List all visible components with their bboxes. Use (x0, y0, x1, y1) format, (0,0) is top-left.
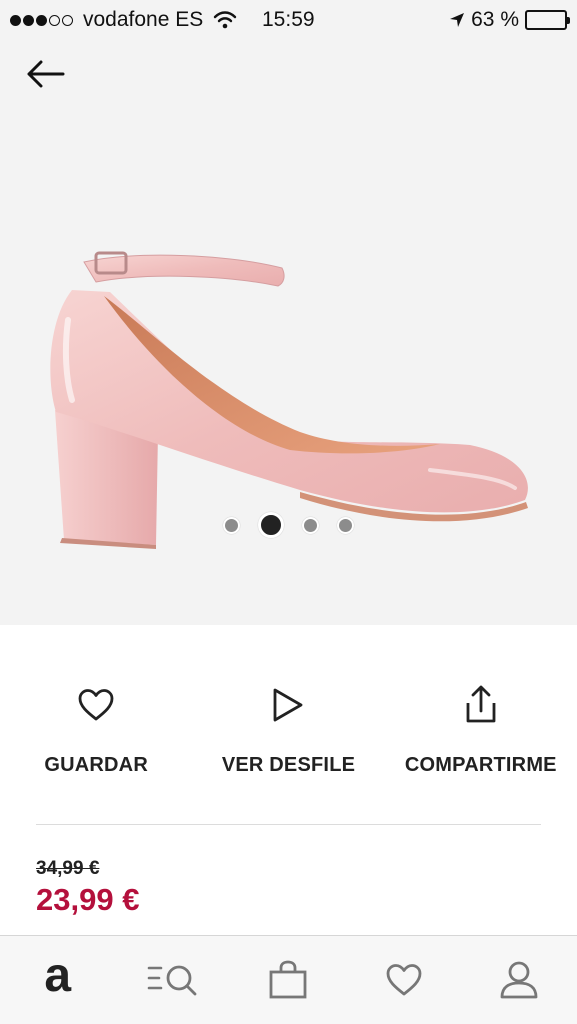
bag-icon (270, 960, 307, 999)
save-label: GUARDAR (44, 754, 148, 776)
save-button[interactable]: GUARDAR (0, 680, 192, 790)
product-screen: vodafone ES 15:59 63 % GUARDAR VER DESFI… (0, 0, 577, 1024)
tab-home[interactable]: a (18, 945, 98, 1015)
signal-dot (49, 14, 60, 26)
tab-saved[interactable] (364, 945, 444, 1015)
share-icon (464, 680, 498, 730)
divider (36, 824, 541, 825)
gallery-pagination[interactable] (0, 512, 577, 538)
signal-dot (10, 14, 21, 26)
view-catwalk-button[interactable]: VER DESFILE (192, 680, 384, 790)
share-label: COMPARTIRME (404, 754, 557, 776)
view-catwalk-label: VER DESFILE (221, 754, 356, 776)
status-bar-left: vodafone ES (10, 8, 237, 32)
back-button[interactable] (20, 52, 70, 96)
signal-strength-icon (10, 14, 73, 26)
status-bar: vodafone ES 15:59 63 % (0, 0, 577, 40)
search-icon (147, 965, 197, 996)
signal-dot (23, 14, 34, 26)
battery-icon (525, 10, 570, 30)
tab-bag[interactable] (248, 945, 328, 1015)
gallery-dot[interactable] (337, 516, 354, 534)
gallery-dot[interactable] (223, 516, 240, 534)
wifi-icon (214, 11, 237, 29)
gallery-dot[interactable] (302, 516, 319, 534)
tab-search[interactable] (133, 945, 213, 1015)
profile-icon (500, 961, 538, 999)
gallery-dot-active[interactable] (258, 512, 284, 538)
location-arrow-icon (450, 13, 465, 27)
tab-profile[interactable] (479, 945, 559, 1015)
bottom-tab-bar: a (0, 935, 577, 1024)
battery-percent: 63 % (471, 8, 519, 31)
play-icon (271, 680, 305, 730)
sale-price: 23,99 € (36, 882, 140, 917)
status-bar-right: 63 % (449, 8, 570, 32)
status-time: 15:59 (262, 8, 315, 31)
original-price: 34,99 € (36, 858, 100, 879)
signal-dot (62, 14, 73, 26)
product-actions: GUARDAR VER DESFILE COMPARTIRME (0, 680, 577, 790)
heart-icon (386, 964, 422, 996)
product-image-area[interactable] (0, 0, 577, 625)
logo-icon: a (44, 949, 72, 1002)
share-button[interactable]: COMPARTIRME (385, 680, 577, 790)
signal-dot (36, 14, 47, 26)
carrier-name: vodafone ES (83, 8, 204, 31)
heart-icon (77, 680, 115, 730)
arrow-left-icon (27, 60, 65, 88)
